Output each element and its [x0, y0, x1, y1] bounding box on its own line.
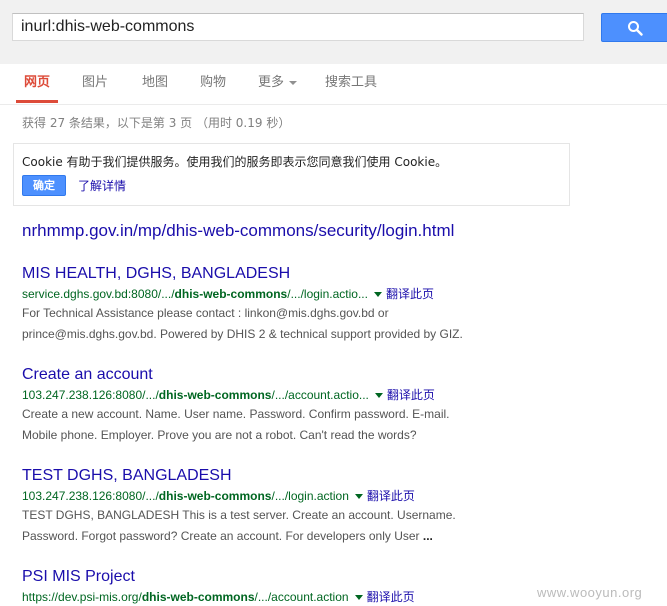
snippet-line: Create a new account. Name. User name. P… [22, 407, 450, 421]
search-tabs: 网页 图片 地图 购物 更多 搜索工具 [0, 64, 667, 105]
url-menu-caret-icon[interactable] [374, 393, 383, 399]
snippet-ellipsis: ... [419, 529, 433, 543]
snippet-line: prince@mis.dghs.gov.bd. Powered by DHIS … [22, 327, 463, 341]
url-menu-caret-icon[interactable] [373, 292, 382, 298]
tab-web[interactable]: 网页 [15, 74, 59, 103]
result-title-link[interactable]: MIS HEALTH, DGHS, BANGLADESH [22, 263, 662, 285]
result-url: 103.247.238.126:8080/.../dhis-web-common… [22, 487, 662, 505]
tab-more[interactable]: 更多 [256, 74, 299, 102]
translate-link[interactable]: 翻译此页 [387, 388, 435, 402]
tab-shopping[interactable]: 购物 [198, 74, 228, 102]
result-snippet: For Technical Assistance please contact … [22, 303, 662, 345]
url-menu-caret-icon[interactable] [354, 494, 363, 500]
result-url: service.dghs.gov.bd:8080/.../dhis-web-co… [22, 285, 662, 303]
result-item: MIS HEALTH, DGHS, BANGLADESH service.dgh… [22, 263, 662, 345]
snippet-line: TEST DGHS, BANGLADESH This is a test ser… [22, 508, 456, 522]
url-prefix: 103.247.238.126:8080/.../ [22, 388, 159, 402]
url-suffix: /.../login.action [271, 489, 349, 503]
url-highlight: dhis-web-commons [158, 388, 272, 402]
url-suffix: /.../account.actio... [271, 388, 369, 402]
result-snippet: Create a new account. Name. User name. P… [22, 404, 662, 446]
url-suffix: /.../account.action [254, 590, 349, 604]
url-menu-caret-icon[interactable] [354, 595, 363, 601]
url-highlight: dhis-web-commons [141, 590, 255, 604]
translate-link[interactable]: 翻译此页 [386, 287, 434, 301]
result-item: nrhmmp.gov.in/mp/dhis-web-commons/securi… [22, 220, 662, 242]
url-prefix: service.dghs.gov.bd:8080/.../ [22, 287, 175, 301]
tab-more-label: 更多 [258, 75, 285, 90]
chevron-down-icon [289, 80, 298, 85]
translate-link[interactable]: 翻译此页 [367, 590, 415, 604]
snippet-line: Mobile phone. Employer. Prove you are no… [22, 428, 417, 442]
cookie-learn-more-link[interactable]: 了解详情 [78, 177, 126, 194]
result-title-link[interactable]: TEST DGHS, BANGLADESH [22, 465, 662, 487]
result-title-link[interactable]: Create an account [22, 364, 662, 386]
snippet-line: Password. Forgot password? Create an acc… [22, 526, 662, 547]
tab-maps[interactable]: 地图 [140, 74, 170, 102]
url-suffix: /.../login.actio... [287, 287, 368, 301]
result-item: Create an account 103.247.238.126:8080/.… [22, 364, 662, 446]
result-stats: 获得 27 条结果，以下是第 3 页 （用时 0.19 秒） [22, 116, 291, 130]
cookie-notice: Cookie 有助于我们提供服务。使用我们的服务即表示您同意我们使用 Cooki… [13, 143, 570, 206]
search-icon [627, 20, 643, 36]
translate-link[interactable]: 翻译此页 [367, 489, 415, 503]
url-highlight: dhis-web-commons [174, 287, 288, 301]
cookie-text: Cookie 有助于我们提供服务。使用我们的服务即表示您同意我们使用 Cooki… [22, 155, 448, 169]
search-button[interactable] [601, 13, 667, 42]
search-input[interactable]: inurl:dhis-web-commons [12, 13, 584, 41]
snippet-line: For Technical Assistance please contact … [22, 306, 389, 320]
cookie-ok-button[interactable]: 确定 [22, 175, 66, 196]
url-highlight: dhis-web-commons [158, 489, 272, 503]
search-header: inurl:dhis-web-commons [0, 0, 667, 65]
tab-search-tools[interactable]: 搜索工具 [323, 74, 379, 102]
result-snippet: TEST DGHS, BANGLADESH This is a test ser… [22, 505, 662, 547]
watermark: www.wooyun.org [537, 585, 643, 600]
result-url: 103.247.238.126:8080/.../dhis-web-common… [22, 386, 662, 404]
result-title-link[interactable]: nrhmmp.gov.in/mp/dhis-web-commons/securi… [22, 220, 662, 242]
url-prefix: 103.247.238.126:8080/.../ [22, 489, 159, 503]
url-prefix: https://dev.psi-mis.org/ [22, 590, 142, 604]
tab-images[interactable]: 图片 [80, 74, 110, 102]
snippet-text: Password. Forgot password? Create an acc… [22, 529, 420, 543]
result-item: TEST DGHS, BANGLADESH 103.247.238.126:80… [22, 465, 662, 547]
